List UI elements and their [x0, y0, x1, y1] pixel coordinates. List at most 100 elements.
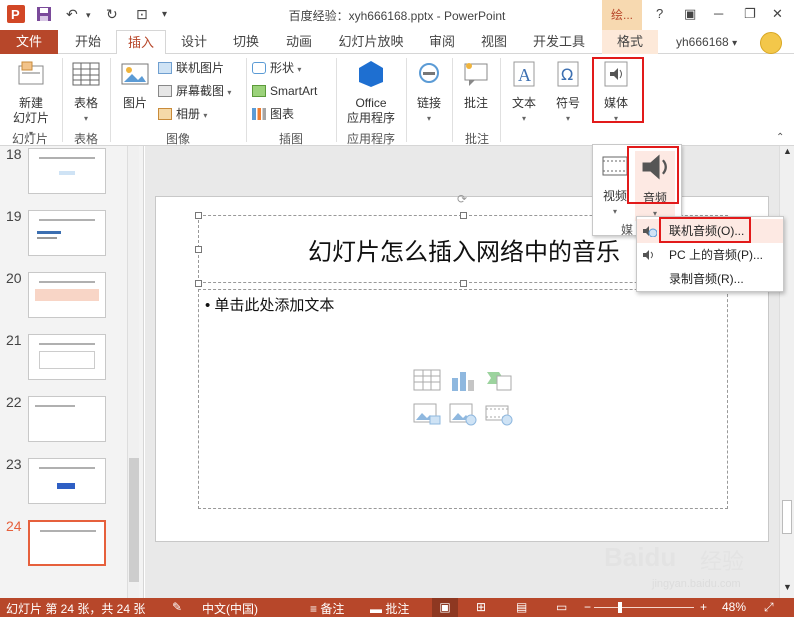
- insert-picture-icon[interactable]: [413, 402, 441, 426]
- screenshot-label: 屏幕截图: [176, 84, 225, 98]
- resize-handle[interactable]: [195, 280, 202, 287]
- comment-button[interactable]: 批注: [456, 60, 496, 111]
- screenshot-button[interactable]: 屏幕截图 ▾: [158, 81, 231, 101]
- pictures-label: 图片: [122, 96, 147, 110]
- record-audio-menu-item[interactable]: 录制音频(R)...: [637, 267, 783, 291]
- comment-label: 批注: [463, 96, 488, 110]
- media-group-label: 媒: [621, 223, 634, 237]
- slide-thumbnail-23[interactable]: [28, 458, 106, 504]
- photo-album-icon: [158, 108, 172, 120]
- close-button[interactable]: ✕: [772, 6, 783, 22]
- content-placeholder[interactable]: • 单击此处添加文本: [198, 289, 728, 509]
- thumb-number: 21: [6, 332, 22, 348]
- content-placeholder-text[interactable]: • 单击此处添加文本: [205, 294, 334, 315]
- photo-album-label: 相册: [176, 107, 201, 121]
- thumb-number: 20: [6, 270, 22, 286]
- restore-button[interactable]: ❐: [744, 6, 756, 22]
- tab-slideshow[interactable]: 幻灯片放映: [330, 30, 412, 54]
- minimize-button[interactable]: ─: [714, 6, 723, 21]
- insert-chart-icon[interactable]: [449, 368, 477, 392]
- collapse-ribbon-icon[interactable]: ⌃: [776, 132, 784, 143]
- zoom-slider-thumb[interactable]: [618, 602, 622, 613]
- resize-handle[interactable]: [460, 280, 467, 287]
- tab-transitions[interactable]: 切换: [222, 30, 270, 54]
- reading-view-icon[interactable]: ▤: [516, 600, 527, 614]
- drawing-tools-context-label[interactable]: 绘...: [602, 0, 642, 30]
- zoom-out-button[interactable]: −: [584, 600, 591, 614]
- resize-handle[interactable]: [460, 212, 467, 219]
- slide-thumbnail-21[interactable]: [28, 334, 106, 380]
- group-label-tables: 表格: [73, 132, 98, 146]
- scroll-up-icon[interactable]: ▲: [783, 146, 792, 156]
- photo-album-button[interactable]: 相册 ▾: [158, 104, 207, 124]
- insert-table-icon[interactable]: [413, 368, 441, 392]
- comments-button[interactable]: ▬ 批注: [370, 600, 409, 617]
- slide-thumbnail-20[interactable]: [28, 272, 106, 318]
- tab-review[interactable]: 审阅: [418, 30, 466, 54]
- avatar[interactable]: [760, 32, 782, 54]
- group-label-slides: 幻灯片: [11, 132, 48, 146]
- zoom-slider[interactable]: [594, 602, 694, 613]
- zoom-level[interactable]: 48%: [722, 600, 746, 614]
- normal-view-icon[interactable]: ▣: [432, 598, 458, 617]
- ribbon-tab-bar: 文件 开始 插入 设计 切换 动画 幻灯片放映 审阅 视图 开发工具 格式 yh…: [0, 30, 794, 55]
- shapes-button[interactable]: 形状 ▾: [252, 58, 301, 78]
- thumbnails-scrollbar[interactable]: [127, 146, 139, 598]
- user-name: yh666168: [676, 35, 729, 49]
- tab-view[interactable]: 视图: [470, 30, 518, 54]
- online-audio-highlight-box: [659, 217, 751, 243]
- zoom-in-button[interactable]: +: [700, 600, 707, 614]
- symbols-button[interactable]: Ω 符号 ▾: [548, 60, 588, 126]
- slide-thumbnail-18[interactable]: [28, 148, 106, 194]
- fit-slide-icon[interactable]: ⤢: [764, 600, 774, 615]
- slide-sorter-view-icon[interactable]: ⊞: [476, 600, 486, 614]
- slide-thumbnail-22[interactable]: [28, 396, 106, 442]
- insert-video-icon[interactable]: [485, 402, 513, 426]
- main-scroll-thumb[interactable]: [782, 500, 792, 534]
- slide-thumbnail-24[interactable]: [28, 520, 106, 566]
- online-pictures-button[interactable]: 联机图片: [158, 58, 224, 78]
- office-apps-button[interactable]: Office 应用程序: [340, 60, 402, 126]
- tab-file[interactable]: 文件: [0, 30, 58, 54]
- title-bar: P ↶ ▾ ↻ ⊡ ▾ 百度经验：xyh666168.pptx - PowerP…: [0, 0, 794, 30]
- rotate-handle-icon[interactable]: ⟳: [457, 192, 467, 206]
- ribbon-insert: 新建 幻灯片 ▾ 幻灯片 表格 ▾ 表格 图片 联机图片 屏幕截图 ▾ 相册 ▾…: [0, 54, 794, 146]
- text-button[interactable]: A 文本 ▾: [504, 60, 544, 126]
- language-indicator[interactable]: 中文(中国): [202, 600, 258, 617]
- new-slide-label-line2: 幻灯片: [12, 111, 49, 125]
- slide-thumbnail-19[interactable]: [28, 210, 106, 256]
- pc-audio-menu-item[interactable]: PC 上的音频(P)...: [637, 243, 783, 267]
- new-slide-icon: [18, 61, 44, 85]
- slideshow-view-icon[interactable]: ▭: [556, 600, 567, 614]
- thumb-number: 18: [6, 146, 22, 162]
- notes-button[interactable]: ≡ 备注: [310, 600, 344, 617]
- spell-check-icon[interactable]: ✎: [172, 600, 182, 614]
- resize-handle[interactable]: [195, 212, 202, 219]
- tab-format[interactable]: 格式: [602, 30, 658, 54]
- insert-smartart-icon[interactable]: [485, 368, 513, 392]
- main-vertical-scrollbar[interactable]: ▲ ▼: [779, 146, 794, 598]
- chart-button[interactable]: 图表: [252, 104, 294, 124]
- user-account[interactable]: yh666168 ▾: [676, 30, 737, 54]
- tab-home[interactable]: 开始: [64, 30, 112, 54]
- insert-online-picture-icon[interactable]: [449, 402, 477, 426]
- tab-design[interactable]: 设计: [170, 30, 218, 54]
- links-button[interactable]: 链接 ▾: [410, 60, 448, 126]
- office-apps-label-line1: Office: [355, 96, 387, 110]
- resize-handle[interactable]: [195, 246, 202, 253]
- help-button[interactable]: ?: [656, 6, 663, 21]
- ribbon-display-options-icon[interactable]: ▣: [684, 6, 696, 22]
- thumb-number: 23: [6, 456, 22, 472]
- thumb-number: 22: [6, 394, 22, 410]
- tab-animations[interactable]: 动画: [274, 30, 324, 54]
- slide-editing-canvas: 幻灯片怎么插入网络中的音乐 ⟳ • 单击此处添加文本: [145, 146, 779, 598]
- tab-insert[interactable]: 插入: [116, 30, 166, 55]
- thumbnails-scroll-thumb[interactable]: [129, 458, 139, 582]
- new-slide-button[interactable]: 新建 幻灯片 ▾: [4, 60, 58, 141]
- tab-developer[interactable]: 开发工具: [526, 30, 592, 54]
- table-button[interactable]: 表格 ▾: [66, 60, 106, 126]
- smartart-button[interactable]: SmartArt: [252, 81, 317, 101]
- watermark-url: jingyan.baidu.com: [652, 578, 741, 590]
- pictures-button[interactable]: 图片: [116, 60, 154, 111]
- comments-label: 批注: [385, 602, 410, 616]
